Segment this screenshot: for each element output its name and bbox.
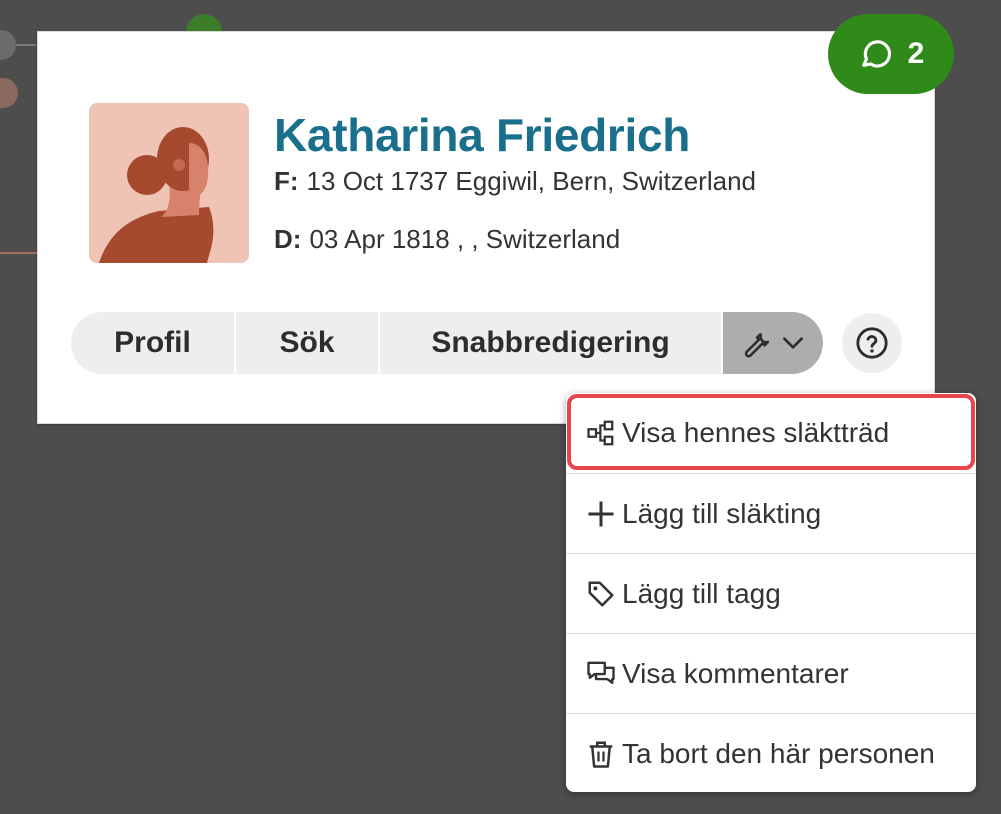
background-tree-line	[0, 252, 37, 254]
person-name[interactable]: Katharina Friedrich	[274, 108, 690, 162]
trash-icon	[584, 737, 618, 771]
menu-item-label: Lägg till tagg	[622, 577, 781, 609]
comments-badge[interactable]: 2	[828, 14, 954, 94]
family-tree-icon	[584, 416, 618, 450]
menu-item-label: Lägg till släkting	[622, 497, 822, 529]
action-bar: Profil Sök Snabbredigering	[71, 312, 823, 374]
birth-label: F:	[274, 166, 299, 196]
comments-count: 2	[907, 37, 925, 70]
death-value: 03 Apr 1818 , , Switzerland	[309, 224, 621, 254]
death-fact: D: 03 Apr 1818 , , Switzerland	[274, 224, 620, 255]
background-tree-line	[16, 44, 36, 46]
comment-bubble-icon	[861, 40, 891, 68]
menu-item-label: Visa kommentarer	[622, 657, 849, 689]
menu-item-view-family-tree[interactable]: Visa hennes släktträd	[566, 393, 976, 473]
quick-edit-button[interactable]: Snabbredigering	[380, 312, 723, 374]
wrench-icon	[744, 333, 770, 358]
profile-button[interactable]: Profil	[71, 312, 236, 374]
chevron-down-icon	[783, 337, 803, 349]
female-silhouette-icon	[99, 127, 214, 263]
help-button[interactable]	[842, 313, 902, 373]
menu-item-view-comments[interactable]: Visa kommentarer	[566, 633, 976, 713]
tools-menu-button[interactable]	[723, 312, 823, 374]
death-label: D:	[274, 224, 302, 254]
tag-icon	[584, 577, 618, 611]
menu-item-add-tag[interactable]: Lägg till tagg	[566, 553, 976, 633]
plus-icon	[584, 497, 618, 531]
person-card: Katharina Friedrich F: 13 Oct 1737 Eggiwi…	[37, 31, 935, 424]
menu-item-label: Visa hennes släktträd	[622, 417, 890, 448]
person-avatar[interactable]	[89, 103, 249, 263]
birth-fact: F: 13 Oct 1737 Eggiwil, Bern, Switzerland	[274, 166, 756, 197]
menu-item-delete-person[interactable]: Ta bort den här personen	[566, 713, 976, 793]
background-tree-node	[0, 30, 16, 60]
question-circle-icon	[856, 327, 888, 359]
background-tree-node	[0, 78, 18, 108]
menu-item-label: Ta bort den här personen	[622, 737, 935, 769]
search-button[interactable]: Sök	[236, 312, 380, 374]
comments-icon	[584, 657, 618, 691]
birth-value: 13 Oct 1737 Eggiwil, Bern, Switzerland	[306, 166, 756, 196]
menu-item-add-relative[interactable]: Lägg till släkting	[566, 473, 976, 553]
tools-dropdown-menu: Visa hennes släktträd Lägg till släkting…	[566, 393, 976, 792]
